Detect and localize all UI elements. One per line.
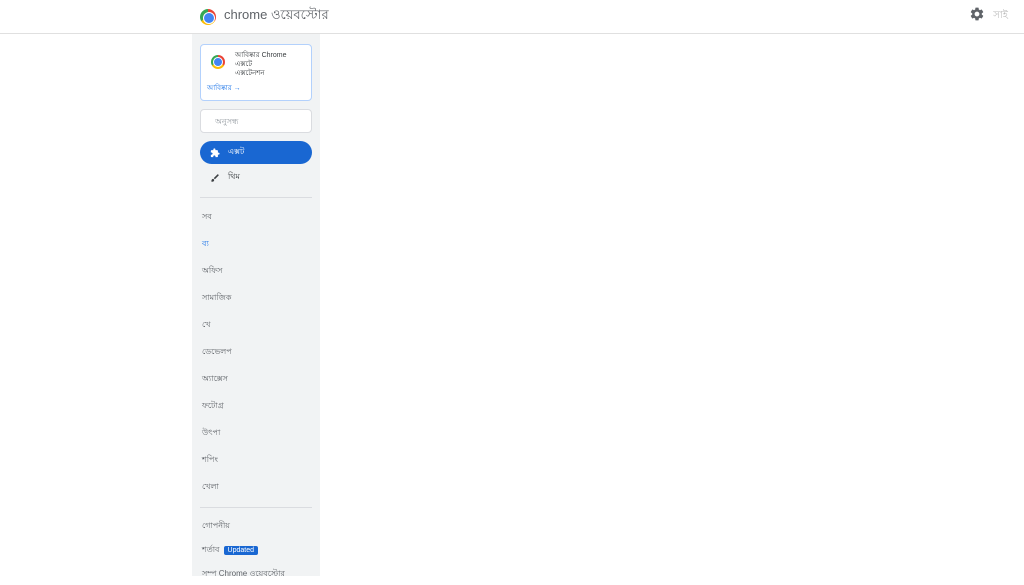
category-item-10[interactable]: খেলা xyxy=(200,476,312,499)
page-title: chrome ওয়েবস্টোর xyxy=(224,6,329,27)
promo-chrome-icon xyxy=(207,51,229,73)
category-item-6[interactable]: অ্যাক্সেস xyxy=(200,368,312,391)
category-item-4[interactable]: খে xyxy=(200,314,312,337)
category-item-1[interactable]: ব্য xyxy=(200,233,312,256)
header: chrome ওয়েবস্টোর সাই xyxy=(0,0,1024,34)
promo-card[interactable]: আবিষ্কার Chrome এক্সটে এক্সটেনশন আবিষ্কা… xyxy=(200,44,312,101)
container: আবিষ্কার Chrome এক্সটে এক্সটেনশন আবিষ্কা… xyxy=(192,34,832,576)
category-item-3[interactable]: সামাজিক xyxy=(200,287,312,310)
header-left: chrome ওয়েবস্টোর xyxy=(200,6,329,27)
category-item-9[interactable]: শপিং xyxy=(200,449,312,472)
page-wrap: আবিষ্কার Chrome এক্সটে এক্সটেনশন আবিষ্কা… xyxy=(0,34,1024,576)
footer-about[interactable]: সম্প Chrome ওয়েবস্টোর xyxy=(200,564,312,585)
category-item-2[interactable]: অফিস xyxy=(200,260,312,283)
updated-badge: Updated xyxy=(224,546,258,555)
nav-themes[interactable]: থিম xyxy=(200,166,312,189)
category-item-7[interactable]: ফটোগ্র xyxy=(200,395,312,418)
sidebar: আবিষ্কার Chrome এক্সটে এক্সটেনশন আবিষ্কা… xyxy=(192,34,320,576)
footer-privacy[interactable]: গোপনীয় xyxy=(200,516,312,537)
footer-terms[interactable]: শর্তাব Updated xyxy=(200,540,312,561)
nav-extensions[interactable]: এক্সট xyxy=(200,141,312,164)
main-content xyxy=(320,34,832,576)
gear-icon[interactable] xyxy=(969,6,985,27)
promo-link[interactable]: আবিষ্কার → xyxy=(207,82,305,94)
brush-icon xyxy=(210,173,220,183)
user-label[interactable]: সাই xyxy=(993,8,1008,25)
search-input[interactable] xyxy=(215,117,325,126)
category-item-0[interactable]: সব xyxy=(200,206,312,229)
category-item-8[interactable]: উৎপা xyxy=(200,422,312,445)
divider xyxy=(200,507,312,508)
category-item-5[interactable]: ডেভেলপ xyxy=(200,341,312,364)
nav-extensions-label: এক্সট xyxy=(228,146,244,159)
header-right: সাই xyxy=(969,6,1008,27)
extension-icon xyxy=(210,148,220,158)
chrome-logo-icon xyxy=(200,9,216,25)
search-box[interactable] xyxy=(200,109,312,133)
nav-themes-label: থিম xyxy=(228,171,240,184)
promo-text: আবিষ্কার Chrome এক্সটে এক্সটেনশন xyxy=(235,51,305,78)
divider xyxy=(200,197,312,198)
